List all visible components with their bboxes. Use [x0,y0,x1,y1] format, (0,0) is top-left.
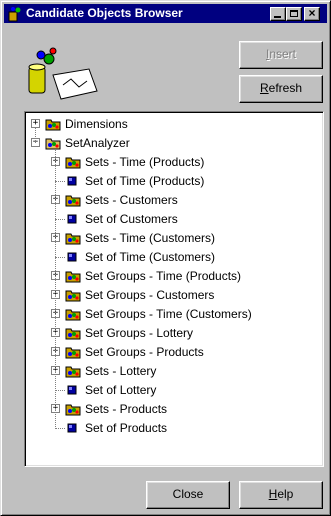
tree-connector [55,257,65,258]
tree-item[interactable]: Set of Lottery [25,381,323,400]
tree-item[interactable]: + Sets - Time (Products) [25,153,323,172]
folder-icon [65,309,81,321]
set-icon [67,423,77,433]
tree-item-label: Set of Time (Customers) [85,250,216,264]
folder-icon [65,290,81,302]
folder-open-icon [45,138,61,150]
tree-item-label: Sets - Time (Products) [85,155,205,169]
insert-button[interactable]: Insert [239,41,323,69]
tree-item-setanalyzer[interactable]: − SetAnalyzer [25,134,323,153]
refresh-button[interactable]: Refresh [239,75,323,103]
insert-label: Insert [265,47,297,61]
tree-connector [55,428,65,429]
set-icon [67,252,77,262]
folder-icon [65,271,81,283]
tree-item[interactable]: Set of Time (Customers) [25,248,323,267]
folder-icon [65,157,81,169]
help-label: Help [268,487,294,501]
folder-icon [65,328,81,340]
tree-item[interactable]: + Sets - Time (Customers) [25,229,323,248]
tree-item-label: Set Groups - Time (Customers) [85,307,252,321]
folder-icon [65,347,81,359]
tree-item-label: Sets - Time (Customers) [85,231,216,245]
objects-illustration-icon [28,47,98,100]
folder-icon [65,195,81,207]
tree-item-label: Sets - Lottery [85,364,157,378]
tree-item[interactable]: + Sets - Customers [25,191,323,210]
tree-item-label: Set of Lottery [85,383,157,397]
expand-icon[interactable]: + [31,119,40,128]
tree-item-label: Set of Customers [85,212,178,226]
tree-item[interactable]: + Set Groups - Customers [25,286,323,305]
tree-connector [55,181,65,182]
maximize-button[interactable] [286,7,302,21]
tree-item-label: Sets - Customers [85,193,178,207]
tree-item[interactable]: + Set Groups - Products [25,343,323,362]
tree-item-label: Set Groups - Products [85,345,204,359]
tree-item[interactable]: + Sets - Products [25,400,323,419]
tree-item-dimensions[interactable]: + Dimensions [25,115,323,134]
set-icon [67,214,77,224]
tree-item-label: Sets - Products [85,402,168,416]
tree-item-label: Dimensions [65,117,128,131]
tree-item[interactable]: + Sets - Lottery [25,362,323,381]
refresh-label: Refresh [259,81,303,95]
app-icon [8,7,21,22]
tree-item[interactable]: + Set Groups - Time (Customers) [25,305,323,324]
candidate-objects-browser-window: Candidate Objects Browser × Insert Refre… [0,0,331,516]
tree-item[interactable]: Set of Products [25,419,323,438]
set-icon [67,385,77,395]
minimize-icon [274,16,281,18]
folder-icon [65,366,81,378]
tree-item-label: Set of Products [85,421,168,435]
tree-item[interactable]: + Set Groups - Lottery [25,324,323,343]
folder-icon [65,233,81,245]
tree-connector [55,150,56,427]
minimize-button[interactable] [270,7,286,21]
tree-item-label: Set Groups - Customers [85,288,215,302]
help-button[interactable]: Help [239,481,323,509]
close-label: Close [172,487,204,501]
maximize-icon [290,10,298,17]
tree-item[interactable]: Set of Time (Products) [25,172,323,191]
tree-connector [55,390,65,391]
close-icon: × [308,6,316,20]
tree-item-label: SetAnalyzer [65,136,130,150]
tree-item-label: Set Groups - Lottery [85,326,194,340]
close-button[interactable]: Close [146,481,230,509]
folder-icon [65,404,81,416]
tree-connector [55,219,65,220]
tree-connector [35,128,36,143]
objects-tree[interactable]: + Dimensions − SetAnalyzer + Sets - Time (Pro… [24,111,324,467]
folder-icon [45,119,61,131]
tree-item-label: Set Groups - Time (Products) [85,269,242,283]
title-bar[interactable]: Candidate Objects Browser × [4,4,327,23]
set-icon [67,176,77,186]
tree-item[interactable]: + Set Groups - Time (Products) [25,267,323,286]
tree-item[interactable]: Set of Customers [25,210,323,229]
close-window-button[interactable]: × [304,6,320,21]
window-title: Candidate Objects Browser [26,6,183,20]
tree-item-label: Set of Time (Products) [85,174,205,188]
